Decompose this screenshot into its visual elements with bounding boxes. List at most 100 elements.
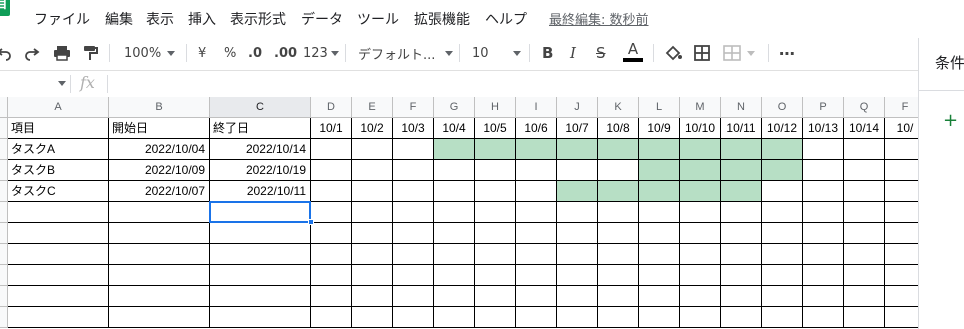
gantt-cell[interactable]	[393, 139, 434, 160]
add-rule-icon[interactable]: +	[943, 110, 958, 131]
redo-icon[interactable]	[24, 42, 40, 64]
increase-decimal-button[interactable]: .00	[274, 42, 297, 64]
empty-cell[interactable]	[393, 223, 434, 244]
gantt-cell[interactable]	[762, 181, 803, 202]
column-header-q[interactable]: Q	[844, 97, 885, 118]
row-number[interactable]	[0, 244, 8, 265]
empty-cell[interactable]	[803, 244, 844, 265]
empty-cell[interactable]	[109, 223, 210, 244]
gantt-cell[interactable]	[311, 160, 352, 181]
empty-cell[interactable]	[352, 223, 393, 244]
empty-cell[interactable]	[475, 244, 516, 265]
gantt-cell[interactable]	[885, 139, 918, 160]
empty-cell[interactable]	[803, 307, 844, 328]
empty-cell[interactable]	[803, 202, 844, 223]
gantt-cell[interactable]	[352, 139, 393, 160]
gantt-filled-cell[interactable]	[721, 181, 762, 202]
header-cell[interactable]: 10/8	[598, 118, 639, 139]
gantt-cell[interactable]	[598, 160, 639, 181]
empty-cell[interactable]	[434, 223, 475, 244]
more-options-icon[interactable]: ⋯	[779, 42, 795, 64]
header-cell[interactable]: 10/1	[311, 118, 352, 139]
select-all-corner[interactable]	[0, 97, 8, 118]
gantt-filled-cell[interactable]	[639, 160, 680, 181]
empty-cell[interactable]	[680, 244, 721, 265]
empty-cell[interactable]	[557, 307, 598, 328]
empty-cell[interactable]	[8, 202, 109, 223]
empty-cell[interactable]	[762, 265, 803, 286]
gantt-cell[interactable]	[516, 160, 557, 181]
italic-button[interactable]: I	[570, 42, 576, 64]
empty-cell[interactable]	[352, 244, 393, 265]
empty-cell[interactable]	[598, 223, 639, 244]
column-header-c[interactable]: C	[210, 97, 311, 118]
empty-cell[interactable]	[557, 265, 598, 286]
header-cell[interactable]: 10/10	[680, 118, 721, 139]
column-header-a[interactable]: A	[8, 97, 109, 118]
empty-cell[interactable]	[844, 202, 885, 223]
gantt-filled-cell[interactable]	[680, 139, 721, 160]
paint-format-icon[interactable]	[82, 42, 98, 64]
empty-cell[interactable]	[598, 202, 639, 223]
percent-format-button[interactable]: %	[224, 42, 236, 64]
empty-cell[interactable]	[721, 265, 762, 286]
empty-cell[interactable]	[311, 223, 352, 244]
header-cell[interactable]: 10/13	[803, 118, 844, 139]
empty-cell[interactable]	[803, 223, 844, 244]
empty-cell[interactable]	[516, 223, 557, 244]
empty-cell[interactable]	[8, 244, 109, 265]
empty-cell[interactable]	[352, 202, 393, 223]
decrease-decimal-button[interactable]: .0	[248, 42, 262, 64]
gantt-filled-cell[interactable]	[762, 139, 803, 160]
gantt-cell[interactable]	[803, 160, 844, 181]
row-number[interactable]	[0, 118, 8, 139]
gantt-cell[interactable]	[844, 160, 885, 181]
column-header-l[interactable]: L	[639, 97, 680, 118]
gantt-cell[interactable]	[803, 181, 844, 202]
empty-cell[interactable]	[475, 223, 516, 244]
empty-cell[interactable]	[885, 202, 918, 223]
menu-file[interactable]: ファイル	[34, 9, 90, 29]
row-number[interactable]	[0, 307, 8, 328]
header-cell[interactable]: 項目	[8, 118, 109, 139]
gantt-cell[interactable]	[475, 160, 516, 181]
gantt-cell[interactable]	[844, 139, 885, 160]
empty-cell[interactable]	[762, 286, 803, 307]
empty-cell[interactable]	[434, 286, 475, 307]
end-date-cell[interactable]: 2022/10/14	[210, 139, 311, 160]
gantt-filled-cell[interactable]	[721, 160, 762, 181]
gantt-cell[interactable]	[516, 181, 557, 202]
header-cell[interactable]: 10/	[885, 118, 918, 139]
strikethrough-button[interactable]: S	[596, 42, 606, 64]
empty-cell[interactable]	[721, 286, 762, 307]
gantt-cell[interactable]	[352, 181, 393, 202]
empty-cell[interactable]	[885, 307, 918, 328]
empty-cell[interactable]	[434, 265, 475, 286]
empty-cell[interactable]	[311, 265, 352, 286]
empty-cell[interactable]	[844, 265, 885, 286]
task-name-cell[interactable]: タスクC	[8, 181, 109, 202]
empty-cell[interactable]	[721, 307, 762, 328]
empty-cell[interactable]	[598, 265, 639, 286]
end-date-cell[interactable]: 2022/10/11	[210, 181, 311, 202]
gantt-filled-cell[interactable]	[475, 139, 516, 160]
gantt-cell[interactable]	[311, 139, 352, 160]
more-formats-select[interactable]: 123	[303, 42, 339, 64]
empty-cell[interactable]	[352, 286, 393, 307]
menu-help[interactable]: ヘルプ	[485, 9, 527, 29]
row-number[interactable]	[0, 202, 8, 223]
empty-cell[interactable]	[352, 307, 393, 328]
row-number[interactable]	[0, 286, 8, 307]
empty-cell[interactable]	[639, 223, 680, 244]
gantt-cell[interactable]	[311, 181, 352, 202]
empty-cell[interactable]	[516, 286, 557, 307]
empty-cell[interactable]	[639, 307, 680, 328]
merge-cells-icon[interactable]	[723, 42, 755, 64]
gantt-cell[interactable]	[803, 139, 844, 160]
empty-cell[interactable]	[475, 202, 516, 223]
empty-cell[interactable]	[8, 223, 109, 244]
column-header-e[interactable]: E	[352, 97, 393, 118]
empty-cell[interactable]	[598, 244, 639, 265]
menu-tools[interactable]: ツール	[357, 9, 399, 29]
zoom-select[interactable]: 100%	[124, 42, 176, 64]
